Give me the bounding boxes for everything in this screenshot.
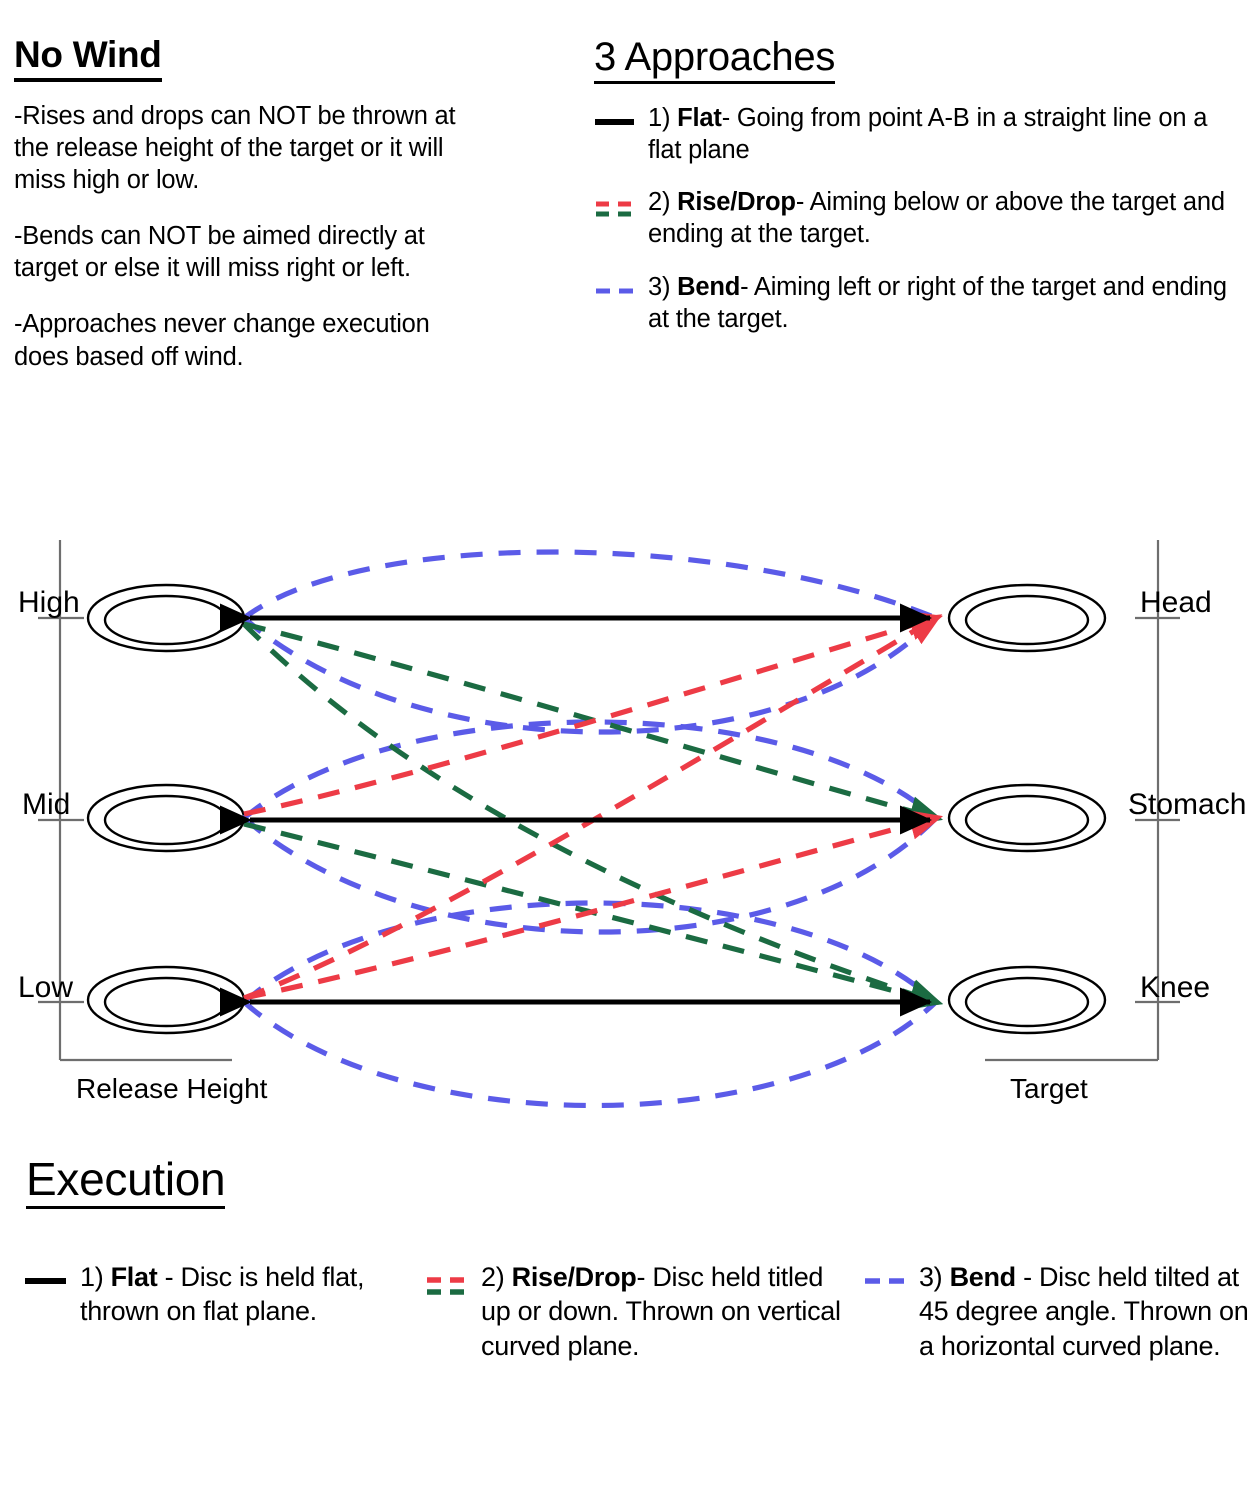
rise-low-to-stomach [243,810,944,1001]
approaches-title: 3 Approaches [594,36,835,84]
solid-black-line-icon [24,1260,72,1293]
bend-mid-above [242,719,938,821]
no-wind-paragraph-2: -Bends can NOT be aimed directly at targ… [14,222,425,283]
approach-label-bend: 3) Bend- Aiming left or right of the tar… [648,271,1244,335]
disc-target-stomach [947,783,1107,853]
approach-name-flat: Flat [677,104,722,132]
approach-number-risedrop: 2) [648,188,678,217]
bend-high-below [242,616,938,735]
disc-release-mid [86,783,246,853]
blue-dashed-line-icon [863,1260,911,1293]
approach-label-risedrop: 2) Rise/Drop- Aiming below or above the … [648,186,1244,250]
execution-number-risedrop: 2) [481,1262,512,1292]
solid-black-line-icon [594,102,640,129]
approach-number-bend: 3) [648,272,678,301]
execution-number-flat: 1) [80,1262,111,1292]
approach-item-flat: 1) Flat- Going from point A-B in a strai… [594,102,1244,166]
execution-number-bend: 3) [918,1262,950,1292]
approach-name-bend: Bend [677,272,741,301]
execution-name-bend: Bend [949,1262,1017,1292]
left-label-high: High [18,586,80,619]
approach-desc-flat: - Going from point A-B in a straight lin… [648,104,1208,165]
no-wind-paragraph-3: -Approaches never change execution does … [14,310,430,371]
execution-label-risedrop: 2) Rise/Drop- Disc held titled up or dow… [481,1260,853,1363]
blue-dashed-line-icon [594,271,640,298]
bend-low-above [242,900,938,1004]
left-label-mid: Mid [22,788,70,821]
approach-item-risedrop: 2) Rise/Drop- Aiming below or above the … [594,186,1244,250]
execution-name-risedrop: Rise/Drop [511,1262,637,1292]
approach-item-bend: 3) Bend- Aiming left or right of the tar… [594,271,1244,335]
disc-release-high [86,583,246,653]
execution-label-bend: 3) Bend - Disc held tilted at 45 degree … [919,1260,1252,1363]
bend-low-below [242,1000,938,1108]
approaches-section: 3 Approaches 1) Flat- Going from point A… [594,36,1244,335]
bend-paths [242,549,938,1108]
left-axis-title: Release Height [76,1073,268,1104]
disc-target-knee [947,965,1107,1035]
approach-name-risedrop: Rise/Drop [677,188,796,217]
execution-item-flat: 1) Flat - Disc is held flat, thrown on f… [0,1260,413,1363]
right-label-stomach: Stomach [1128,788,1246,821]
no-wind-section: No Wind -Rises and drops can NOT be thro… [14,35,474,373]
approach-label-flat: 1) Flat- Going from point A-B in a strai… [648,102,1244,166]
red-green-dashed-line-icon [594,186,640,221]
no-wind-paragraph-1: -Rises and drops can NOT be thrown at th… [14,101,456,195]
bend-high-above [242,549,937,621]
execution-title: Execution [26,1155,226,1210]
disc-release-low [86,965,246,1035]
disc-target-head [947,583,1107,653]
right-label-knee: Knee [1140,971,1210,1004]
approach-number-flat: 1) [648,104,678,132]
execution-name-flat: Flat [110,1262,158,1292]
right-axis-title: Target [1010,1073,1088,1104]
execution-item-risedrop: 2) Rise/Drop- Disc held titled up or dow… [413,1260,853,1363]
execution-item-bend: 3) Bend - Disc held tilted at 45 degree … [853,1260,1252,1363]
left-label-low: Low [18,971,73,1004]
right-label-head: Head [1140,586,1212,619]
no-wind-title: No Wind [14,35,162,82]
red-green-dashed-line-icon [425,1260,473,1305]
flight-path-diagram: High Mid Low Head Stomach Knee Release H… [0,520,1252,1140]
rise-mid-to-head [243,610,943,817]
execution-label-flat: 1) Flat - Disc is held flat, thrown on f… [80,1260,413,1329]
